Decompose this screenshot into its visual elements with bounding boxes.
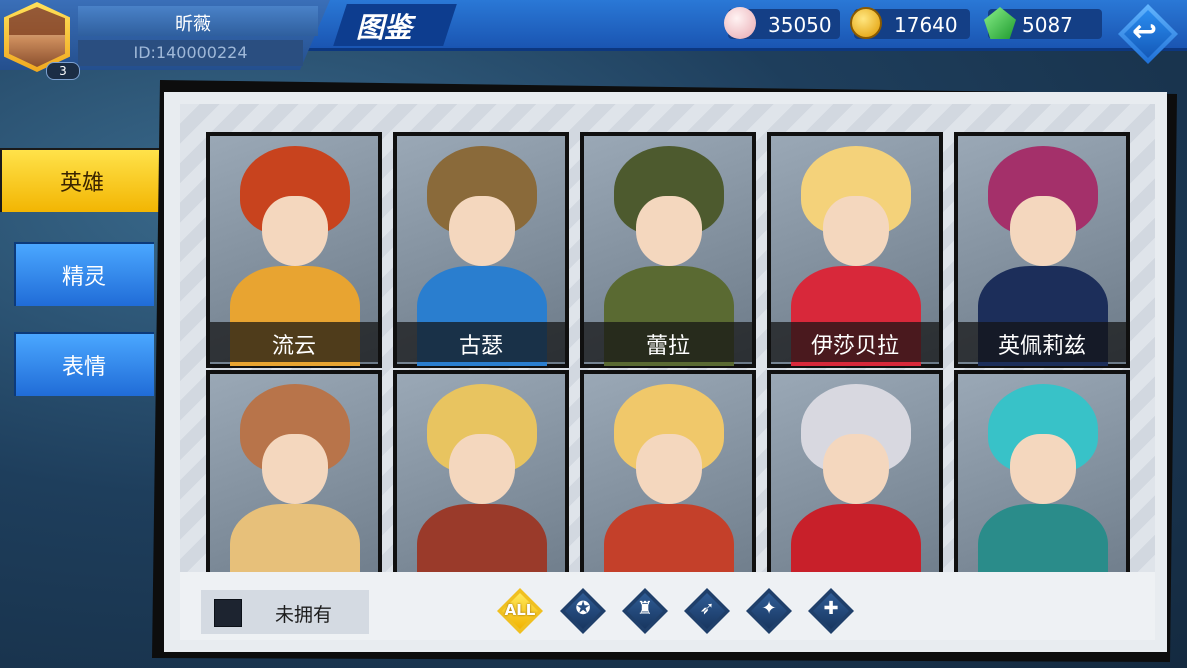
top-bar: 昕薇 ID:140000224 3 图鉴 35050 17640 5087 ↩ [0, 0, 1187, 80]
hero-face [1010, 434, 1076, 504]
hero-card[interactable]: 流云 [206, 132, 382, 368]
hero-portrait [958, 374, 1126, 572]
currency-gem-value: 5087 [1022, 13, 1073, 37]
hero-outfit [604, 504, 734, 572]
hero-portrait [210, 374, 378, 572]
not-owned-checkbox[interactable] [214, 599, 242, 627]
hero-name: 伊莎贝拉 [810, 334, 899, 359]
hero-name: 英佩莉兹 [997, 334, 1086, 359]
hero-card[interactable] [954, 370, 1130, 572]
page-title: 图鉴 [356, 11, 413, 44]
not-owned-label: 未拥有 [275, 604, 333, 626]
player-id: ID:140000224 [133, 43, 248, 62]
back-arrow-icon[interactable]: ↩ [1132, 14, 1157, 49]
hero-card[interactable] [767, 370, 943, 572]
currency-gold-value: 17640 [894, 13, 958, 37]
currency-shell-value: 35050 [768, 13, 832, 37]
gold-coin-icon [850, 7, 882, 39]
hero-name: 蕾拉 [645, 334, 690, 359]
player-level-badge: 3 [46, 62, 80, 80]
hero-name: 古瑟 [458, 334, 503, 359]
hero-face [636, 196, 702, 266]
tab-spirits[interactable]: 精灵 [14, 242, 154, 306]
tab-emotes[interactable]: 表情 [14, 332, 154, 396]
hero-face [636, 434, 702, 504]
hero-face [823, 196, 889, 266]
hero-outfit [978, 504, 1108, 572]
hero-face [449, 434, 515, 504]
hero-outfit [417, 504, 547, 572]
tab-emotes-label: 表情 [61, 355, 106, 380]
hero-outfit [791, 504, 921, 572]
hero-card[interactable]: 古瑟 [393, 132, 569, 368]
hero-portrait [397, 374, 565, 572]
hero-face [1010, 196, 1076, 266]
hero-card[interactable]: 伊莎贝拉 [767, 132, 943, 368]
player-name: 昕薇 [175, 14, 211, 35]
hero-face [823, 434, 889, 504]
currency-shell: 35050 [724, 7, 840, 39]
hero-card[interactable] [206, 370, 382, 572]
hero-card[interactable]: 英佩莉兹 [954, 132, 1130, 368]
tab-spirits-label: 精灵 [61, 265, 106, 290]
hero-card[interactable]: 蕾拉 [580, 132, 756, 368]
green-gem-plus-icon[interactable] [984, 7, 1016, 39]
hero-outfit [230, 504, 360, 572]
hero-card[interactable] [580, 370, 756, 572]
currency-gem[interactable]: 5087 [984, 7, 1102, 39]
hero-portrait [771, 374, 939, 572]
hero-card[interactable] [393, 370, 569, 572]
hero-face [262, 434, 328, 504]
hero-name: 流云 [271, 334, 316, 359]
hero-portrait [584, 374, 752, 572]
hero-face [449, 196, 515, 266]
currency-gold: 17640 [850, 7, 970, 39]
shell-icon [724, 7, 756, 39]
tab-heroes-label: 英雄 [59, 171, 104, 196]
tab-heroes[interactable]: 英雄 [0, 148, 175, 212]
hero-face [262, 196, 328, 266]
